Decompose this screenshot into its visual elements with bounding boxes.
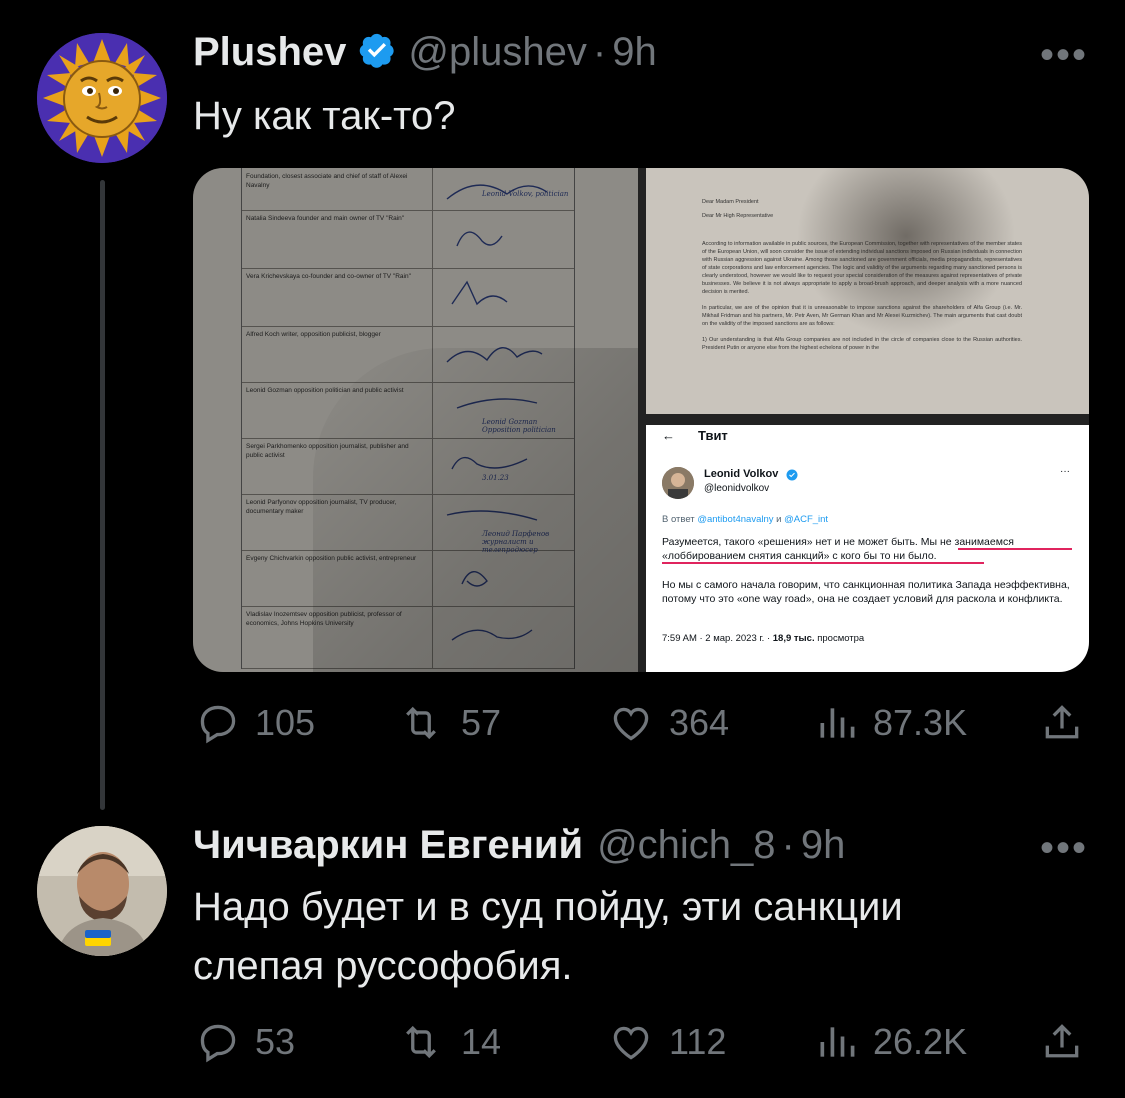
volkov-avatar [662,467,694,499]
author-name[interactable]: Чичваркин Евгений [193,823,583,868]
signature-row: Natalia Sindeeva founder and main owner … [242,210,574,269]
views-icon [820,1027,855,1057]
more-icon[interactable]: ••• [1040,826,1088,871]
signatures-document-photo[interactable]: Foundation, closest associate and chief … [193,168,638,672]
views-icon [820,708,855,738]
share-button[interactable] [1040,1020,1084,1064]
embedded-tweet-screenshot[interactable]: ← Твит Leonid Volkov @leonidvolkov ··· В… [646,425,1089,672]
signatory-description: Natalia Sindeeva founder and main owner … [246,215,405,222]
tweet-text-line-2: слепая руссофобия. [193,944,573,988]
table-divider [432,210,433,268]
reply-prefix: В ответ [662,514,695,525]
views-count: 26.2K [873,1021,968,1062]
like-count: 112 [669,1021,727,1062]
person-photo-avatar [37,826,167,956]
tweet-text: Ну как так-то? [193,94,456,138]
more-icon: ··· [1060,466,1070,477]
chichvarkin-avatar[interactable] [37,826,167,956]
sun-face-avatar-image [37,33,167,163]
letter-paragraph-3: 1) Our understanding is that Alfa Group … [702,337,1022,351]
plushev-avatar[interactable] [37,33,167,163]
signatory-description: Foundation, closest associate and chief … [246,173,408,189]
share-icon [1045,705,1079,739]
retweet-icon [406,706,436,740]
retweet-count: 57 [461,702,502,743]
tweet-time[interactable]: 9h [612,30,657,75]
share-button[interactable] [1040,701,1084,745]
red-underline [958,548,1072,550]
handwritten-note: Leonid Volkov, politician [482,190,569,198]
reply-count: 53 [255,1021,296,1062]
reply-and: и [776,514,782,525]
like-button[interactable]: 112 [607,1020,726,1064]
reply-icon [200,1024,236,1063]
signatory-description: Vera Krichevskaya co-founder and co-owne… [246,273,411,280]
photo-shadow [313,348,638,672]
author-handle[interactable]: @plushev [408,30,586,75]
tweet-media-grid[interactable]: Foundation, closest associate and chief … [193,168,1089,672]
author-name[interactable]: Plushev [193,30,346,75]
tweet1-header: Plushev @plushev · 9h [193,30,657,75]
reply-count: 105 [255,702,316,743]
separator-dot: · [592,30,607,74]
tweet-time[interactable]: 9h [801,823,846,868]
retweet-button[interactable]: 57 [395,701,501,745]
signature-scribble [451,280,508,306]
tweet2-header: Чичваркин Евгений @chich_8 · 9h [193,823,845,868]
views-button[interactable]: 87.3K [815,701,967,745]
like-icon [613,707,649,741]
reply-to-1: @antibot4navalny [697,514,774,525]
signatory-description: Alfred Koch writer, opposition publicist… [246,331,381,338]
embedded-views-count: 18,9 тыс. [772,633,815,644]
table-divider [432,268,433,326]
back-arrow-icon: ← [662,428,675,443]
embedded-meta: 7:59 AM · 2 мар. 2023 г. · [662,633,771,644]
author-handle[interactable]: @chich_8 [597,823,775,868]
photo-shadow [796,168,1016,338]
table-divider [432,168,433,210]
views-button[interactable]: 26.2K [815,1020,967,1064]
signature-row: Foundation, closest associate and chief … [242,168,574,211]
verified-badge-icon [358,31,396,74]
embedded-author-name: Leonid Volkov [704,468,779,480]
like-count: 364 [669,702,730,743]
like-icon [613,1026,649,1060]
letter-document-photo[interactable]: Dear Madam President Dear Mr High Repres… [646,168,1089,414]
separator-dot: · [781,823,795,867]
signature-row: Vera Krichevskaya co-founder and co-owne… [242,268,574,327]
red-underline [662,562,984,564]
embedded-paragraph-2: Но мы с самого начала говорим, что санкц… [662,579,1070,605]
thread-line [100,180,105,810]
tweet-text-line-1: Надо будет и в суд пойду, эти санкции [193,885,903,929]
reply-button[interactable]: 105 [195,701,315,745]
signature-scribble [456,231,503,247]
more-icon[interactable]: ••• [1040,33,1088,78]
embedded-views-label: просмотра [817,633,865,644]
share-icon [1045,1024,1079,1058]
reply-icon [200,705,236,744]
retweet-button[interactable]: 14 [395,1020,501,1064]
like-button[interactable]: 364 [607,701,729,745]
embedded-author-handle: @leonidvolkov [704,483,770,494]
embedded-header: Твит [698,428,728,443]
reply-button[interactable]: 53 [195,1020,295,1064]
verified-badge-icon [786,468,798,486]
retweet-count: 14 [461,1021,502,1062]
reply-to-2: @ACF_int [784,514,829,525]
retweet-icon [406,1025,436,1059]
views-count: 87.3K [873,702,968,743]
